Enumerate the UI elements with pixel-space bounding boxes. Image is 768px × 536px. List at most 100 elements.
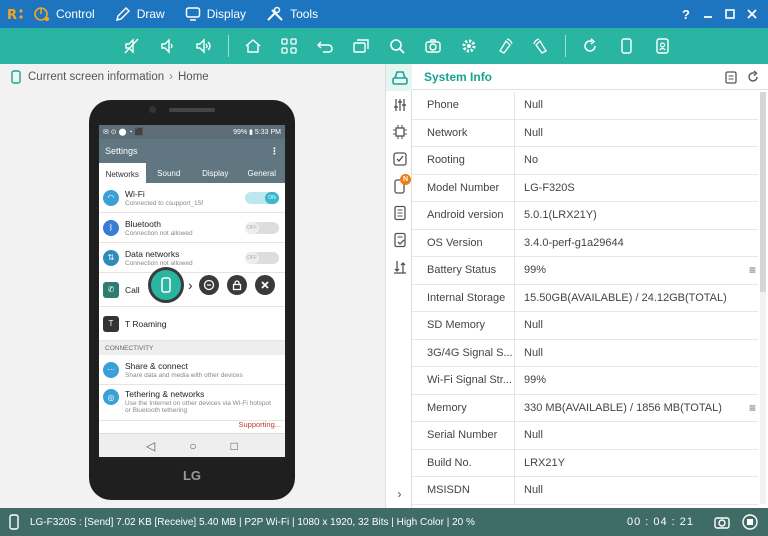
setting-share-connect[interactable]: ⋯ Share & connect Share data and media wi… [99, 355, 285, 385]
search-button[interactable] [383, 32, 411, 60]
info-row: Internal Storage 15.50GB(AVAILABLE) / 24.… [412, 284, 758, 312]
info-value: 3.4.0-perf-g1a29644 [524, 236, 624, 249]
help-button[interactable]: ? [676, 4, 696, 24]
menu-draw[interactable]: Draw [115, 6, 165, 22]
device-statusbar: ✉ ⊙ ⬤ ◔ ⬛ 99% ▮ 5:33 PM [99, 125, 285, 139]
tab-networks[interactable]: Networks [99, 163, 146, 183]
menu-display[interactable]: Display [185, 6, 246, 22]
volume-up-button[interactable] [190, 32, 218, 60]
menu-control[interactable]: Control [34, 6, 95, 22]
setting-title: Bluetooth [125, 218, 161, 229]
settings-button[interactable] [455, 32, 483, 60]
data-toggle[interactable]: OFF [245, 251, 279, 264]
tab-general[interactable]: General [239, 163, 286, 183]
breadcrumb: Current screen information › Home [0, 64, 385, 90]
back-button[interactable] [311, 32, 339, 60]
notification-tab[interactable]: N [386, 172, 413, 199]
screen-icon [656, 38, 669, 54]
rotate-left-button[interactable] [491, 32, 519, 60]
menu-tools[interactable]: Tools [266, 6, 318, 22]
info-value: 15.50GB(AVAILABLE) / 24.12GB(TOTAL) [524, 291, 727, 304]
device-navbar: ◁ ○ □ [99, 433, 285, 457]
minimize-button[interactable] [698, 4, 718, 24]
nav-recent-icon[interactable]: □ [231, 439, 238, 453]
volume-down-button[interactable] [154, 32, 182, 60]
chip-tab[interactable] [386, 118, 413, 145]
scrollbar-thumb[interactable] [760, 92, 766, 292]
system-info-tab[interactable] [386, 64, 413, 91]
camera-icon [425, 39, 441, 53]
portrait-button[interactable] [612, 32, 640, 60]
mute-button[interactable] [118, 32, 146, 60]
device-time: 5:33 PM [254, 129, 281, 136]
expand-panel-button[interactable]: › [386, 484, 413, 504]
setting-subtitle: Connection not allowed [125, 259, 193, 267]
document-tab[interactable] [386, 199, 413, 226]
info-key: SD Memory [412, 312, 515, 339]
info-row: Network Null [412, 119, 758, 147]
nav-back-icon[interactable]: ◁ [146, 439, 155, 453]
breadcrumb-current[interactable]: Current screen information [28, 71, 164, 83]
share-icon: ⋯ [103, 361, 119, 378]
info-row: OS Version 3.4.0-perf-g1a29644 [412, 229, 758, 257]
floating-close-button[interactable] [254, 275, 275, 295]
chevron-right-icon: › [397, 487, 402, 501]
setting-wifi[interactable]: ◠ Wi-Fi Connected to csupport_15f ON [99, 183, 285, 213]
wifi-toggle[interactable]: ON [245, 191, 279, 204]
checked-document-icon [393, 232, 406, 247]
record-stop-button[interactable] [740, 512, 760, 532]
floating-phone-button[interactable] [148, 267, 184, 303]
checklist-tab[interactable] [386, 145, 413, 172]
info-value: 99% [524, 264, 547, 277]
screenshot-button[interactable] [712, 512, 732, 532]
info-key: OS Version [412, 229, 515, 256]
home-button[interactable] [239, 32, 267, 60]
info-key: Rooting [412, 147, 515, 174]
info-row: 3G/4G Signal S... Null [412, 339, 758, 367]
checked-doc-tab[interactable] [386, 226, 413, 253]
clipboard-button[interactable] [724, 70, 738, 84]
setting-bluetooth[interactable]: ᛒ Bluetooth Connection not allowed OFF [99, 213, 285, 243]
info-key: Android version [412, 202, 515, 229]
floating-lock-button[interactable] [226, 275, 247, 295]
battery-level: 99% ▮ 5:33 PM [233, 129, 281, 136]
transfer-tab[interactable] [386, 253, 413, 280]
close-button[interactable] [742, 4, 762, 24]
device-icon [8, 514, 20, 530]
hamburger-menu-icon[interactable]: ≡ [749, 401, 756, 415]
camera-button[interactable] [419, 32, 447, 60]
rotate-right-button[interactable] [527, 32, 555, 60]
menu-display-label: Display [206, 7, 247, 21]
info-row: Rooting No [412, 147, 758, 175]
setting-t-roaming[interactable]: T T Roaming [99, 307, 285, 341]
hamburger-menu-icon[interactable]: ≡ [749, 263, 756, 277]
tab-sound[interactable]: Sound [146, 163, 193, 183]
screen-button[interactable] [648, 32, 676, 60]
info-key: Phone [412, 92, 515, 119]
overflow-menu-icon[interactable]: ⋮ [270, 146, 279, 157]
back-icon [317, 41, 333, 53]
menu-draw-label: Draw [136, 7, 165, 21]
info-scrollbar[interactable] [760, 92, 766, 504]
setting-tethering[interactable]: ◎ Tethering & networks Use the Internet o… [99, 385, 285, 421]
setting-title: Data networks [125, 248, 180, 259]
setting-title: Share & connect [125, 360, 188, 371]
tab-display[interactable]: Display [192, 163, 239, 183]
stop-icon [742, 514, 758, 530]
recent-apps-button[interactable] [347, 32, 375, 60]
apps-button[interactable] [275, 32, 303, 60]
equalizer-tab[interactable] [386, 91, 413, 118]
floating-chat-button[interactable] [198, 275, 219, 295]
search-icon [390, 39, 405, 54]
nav-home-icon[interactable]: ○ [189, 439, 196, 453]
bluetooth-toggle[interactable]: OFF [245, 221, 279, 234]
breadcrumb-separator: › [169, 71, 173, 83]
refresh-info-button[interactable] [746, 69, 760, 84]
setting-title: T Roaming [125, 318, 167, 329]
info-row: Build No. LRX21Y [412, 449, 758, 477]
maximize-button[interactable] [720, 4, 740, 24]
svg-text:R: R [7, 8, 17, 23]
refresh-button[interactable] [576, 32, 604, 60]
apps-icon [281, 38, 297, 54]
refresh-icon [748, 69, 758, 82]
